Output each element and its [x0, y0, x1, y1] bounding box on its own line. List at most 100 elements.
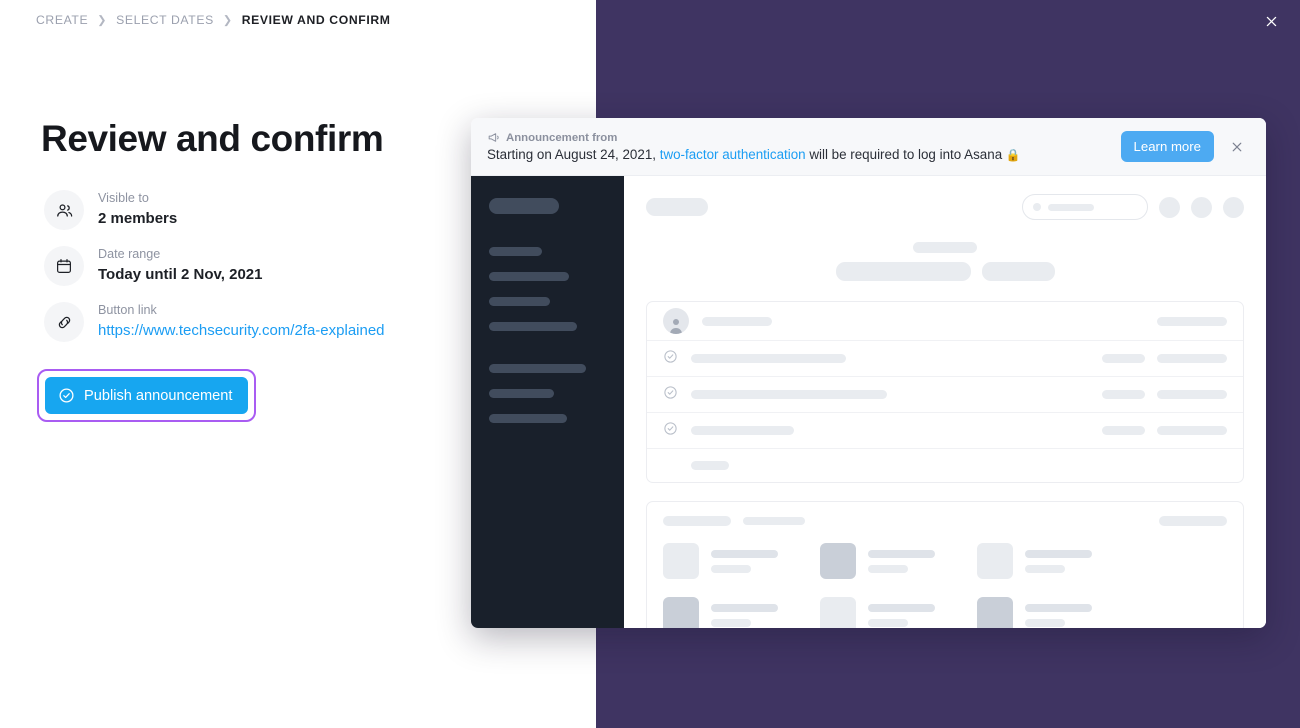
skeleton-bar [711, 549, 778, 558]
preview-search-skeleton[interactable] [1022, 194, 1148, 220]
breadcrumb-item-review-and-confirm: REVIEW AND CONFIRM [241, 13, 391, 27]
skeleton-bar [868, 549, 935, 558]
skeleton-bar [663, 516, 731, 526]
skeleton-thumbnail [977, 597, 1013, 628]
detail-list: Visible to 2 members Date range Today un… [44, 190, 385, 342]
check-circle-icon [663, 421, 678, 441]
skeleton-bar [1102, 390, 1145, 399]
preview-app-body [471, 176, 1266, 628]
list-item [977, 543, 1092, 579]
skeleton-bar [702, 316, 772, 326]
announcement-kicker-label: Announcement from [506, 131, 618, 144]
announcement-banner: Announcement from Starting on August 24,… [471, 118, 1266, 176]
skeleton-bar [1025, 549, 1092, 558]
preview-media-row [663, 543, 1227, 579]
skeleton-avatar [1223, 196, 1244, 218]
avatar [663, 308, 689, 334]
skeleton-bar [489, 322, 577, 331]
button-link-value[interactable]: https://www.techsecurity.com/2fa-explain… [98, 321, 385, 341]
breadcrumb: CREATE ❯ SELECT DATES ❯ REVIEW AND CONFI… [36, 13, 391, 27]
breadcrumb-item-create[interactable]: CREATE [36, 13, 88, 27]
skeleton-bar [868, 564, 908, 573]
skeleton-bar [868, 603, 935, 612]
skeleton-bar [1157, 426, 1227, 435]
skeleton-bar [489, 247, 542, 256]
announcement-body-after: will be required to log into Asana [805, 147, 1006, 162]
skeleton-thumbnail [820, 543, 856, 579]
skeleton-avatar [1159, 196, 1180, 218]
learn-more-button[interactable]: Learn more [1120, 131, 1214, 162]
skeleton-bar [489, 364, 586, 373]
skeleton-bar [489, 198, 559, 214]
skeleton-bar [489, 389, 554, 398]
skeleton-bar [711, 603, 778, 612]
announcement-kicker: Announcement from [487, 131, 1121, 144]
check-circle-icon [663, 385, 678, 405]
list-item [663, 597, 778, 628]
announcement-preview-window: Announcement from Starting on August 24,… [471, 118, 1266, 628]
skeleton-thumbnail [663, 543, 699, 579]
close-icon[interactable] [1258, 8, 1284, 34]
detail-value: Today until 2 Nov, 2021 [98, 266, 263, 284]
skeleton-bar [913, 242, 977, 253]
breadcrumb-item-select-dates[interactable]: SELECT DATES [116, 13, 214, 27]
skeleton-bar [868, 618, 908, 627]
preview-sidebar-skeleton [471, 176, 624, 628]
skeleton-bar [743, 517, 805, 525]
skeleton-bar [1157, 390, 1227, 399]
page-title: Review and confirm [41, 118, 384, 159]
link-icon [44, 302, 84, 342]
preview-media-card-header [663, 516, 1227, 526]
publish-announcement-button[interactable]: Publish announcement [45, 377, 249, 414]
skeleton-bar [711, 564, 751, 573]
skeleton-bar [981, 262, 1055, 281]
skeleton-bar [691, 461, 729, 470]
skeleton-bar [1025, 618, 1065, 627]
detail-value: 2 members [98, 210, 178, 228]
skeleton-bar [711, 618, 751, 627]
list-item [820, 543, 935, 579]
table-row [647, 413, 1243, 449]
lock-emoji-icon: 🔒 [1005, 148, 1021, 162]
chevron-right-icon: ❯ [222, 14, 233, 26]
publish-announcement-label: Publish announcement [84, 387, 233, 404]
list-item [977, 597, 1092, 628]
skeleton-bar [1048, 203, 1094, 211]
skeleton-bar [1159, 516, 1227, 526]
chevron-right-icon: ❯ [97, 14, 108, 26]
two-factor-authentication-link[interactable]: two-factor authentication [660, 147, 806, 162]
table-row [647, 449, 1243, 482]
table-row [647, 341, 1243, 377]
megaphone-icon [487, 131, 500, 144]
skeleton-bar [489, 272, 569, 281]
announcement-body: Starting on August 24, 2021, two-factor … [487, 147, 1121, 162]
detail-row-visible-to: Visible to 2 members [44, 190, 385, 230]
list-item [663, 543, 778, 579]
skeleton-bar [1102, 354, 1145, 363]
skeleton-bar [1025, 603, 1092, 612]
skeleton-bar [691, 354, 846, 363]
skeleton-bar [489, 297, 550, 306]
skeleton-bar [691, 426, 794, 435]
table-row [647, 302, 1243, 341]
preview-headline-skeleton [646, 242, 1244, 281]
publish-announcement-focus-ring: Publish announcement [37, 369, 257, 422]
check-circle-icon [663, 349, 678, 369]
skeleton-thumbnail [820, 597, 856, 628]
detail-label: Date range [98, 247, 161, 262]
preview-topbar-skeleton [646, 194, 1244, 220]
skeleton-bar [691, 390, 887, 399]
skeleton-bar [1102, 426, 1145, 435]
skeleton-thumbnail [663, 597, 699, 628]
announcement-banner-texts: Announcement from Starting on August 24,… [487, 131, 1121, 163]
detail-row-button-link: Button link https://www.techsecurity.com… [44, 302, 385, 342]
preview-task-list-card [646, 301, 1244, 483]
announcement-close-icon[interactable] [1226, 136, 1248, 158]
detail-row-date-range: Date range Today until 2 Nov, 2021 [44, 246, 385, 286]
preview-main-skeleton [624, 176, 1266, 628]
skeleton-avatar [1191, 196, 1212, 218]
skeleton-bar [1025, 564, 1065, 573]
detail-label: Button link [98, 303, 157, 318]
preview-media-row [663, 597, 1227, 628]
skeleton-bar [835, 262, 971, 281]
